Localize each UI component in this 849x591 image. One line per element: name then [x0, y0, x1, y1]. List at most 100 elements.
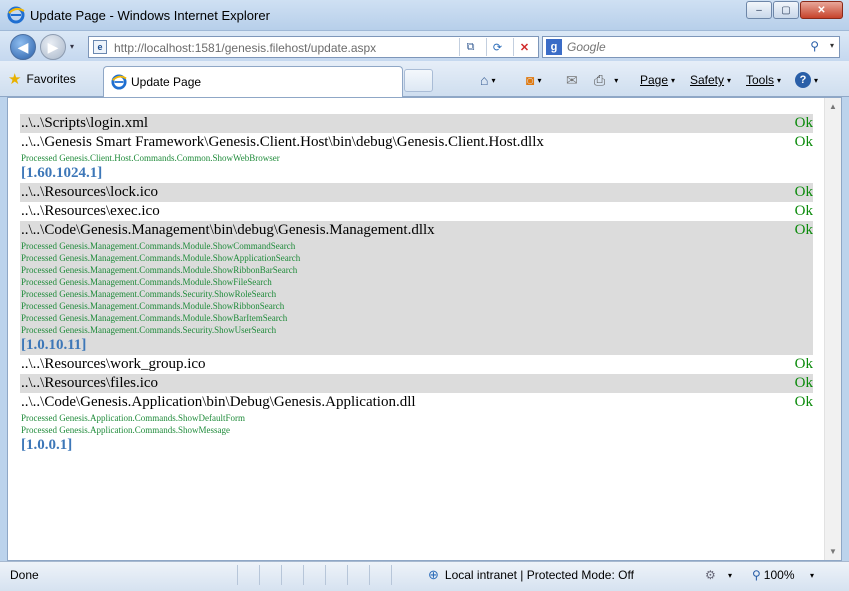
chevron-down-icon: ▾ [491, 75, 496, 85]
feeds-button[interactable]: ◙ ▾ [526, 71, 541, 89]
vertical-scrollbar[interactable]: ▲ ▼ [824, 98, 841, 560]
file-path: ..\..\Resources\work_group.ico [21, 356, 206, 372]
file-status: Ok [794, 115, 813, 131]
tools-menu-label: Tools [746, 73, 775, 87]
stop-button[interactable]: ✕ [513, 38, 535, 56]
safety-menu-label: Safety [690, 73, 725, 87]
status-panel [391, 565, 413, 585]
help-menu[interactable]: ? ▾ [795, 71, 818, 89]
processed-command: Processed Genesis.Management.Commands.Mo… [21, 253, 301, 263]
popup-blocker-icon[interactable]: ⚙ [705, 568, 716, 582]
search-icon[interactable]: ⚲ [810, 39, 819, 53]
forward-button[interactable]: ▶ [40, 34, 66, 60]
zoom-control[interactable]: ⚲ 100% [752, 568, 795, 582]
file-path: ..\..\Scripts\login.xml [21, 115, 149, 131]
security-zone-label: Local intranet | Protected Mode: Off [444, 568, 634, 582]
file-path: ..\..\Genesis Smart Framework\Genesis.Cl… [21, 134, 544, 150]
file-entry: ..\..\Code\Genesis.Management\bin\debug\… [20, 221, 813, 355]
file-status: Ok [794, 134, 813, 150]
processed-command: Processed Genesis.Management.Commands.Mo… [21, 301, 285, 311]
globe-icon: ⊕ [428, 567, 439, 582]
status-panel [237, 565, 259, 585]
search-input[interactable] [567, 39, 797, 55]
file-status: Ok [794, 222, 813, 238]
processed-command: Processed Genesis.Application.Commands.S… [21, 413, 245, 423]
search-box[interactable]: g ⚲ ▾ [542, 36, 840, 58]
assembly-version: [1.60.1024.1] [21, 165, 103, 181]
processed-command: Processed Genesis.Management.Commands.Mo… [21, 241, 296, 251]
refresh-button[interactable]: ⟳ [486, 38, 508, 56]
chevron-down-icon: ▾ [777, 75, 782, 85]
processed-command: Processed Genesis.Management.Commands.Mo… [21, 277, 272, 287]
status-panel [369, 565, 391, 585]
assembly-version: [1.0.0.1] [21, 437, 73, 453]
file-entry: ..\..\Scripts\login.xml Ok [20, 114, 813, 133]
favorites-label: Favorites [26, 72, 76, 86]
file-path: ..\..\Resources\exec.ico [21, 203, 160, 219]
file-entry: ..\..\Resources\work_group.ico Ok [20, 355, 813, 374]
minimize-button[interactable]: ‒ [746, 1, 772, 19]
mail-button[interactable]: ✉ [566, 71, 578, 89]
chevron-down-icon[interactable]: ▾ [810, 571, 814, 580]
file-status: Ok [794, 184, 813, 200]
address-bar[interactable]: e http://localhost:1581/genesis.filehost… [88, 36, 539, 58]
safety-menu[interactable]: Safety ▾ [690, 71, 731, 89]
print-button[interactable]: ⎙ ▾ [594, 71, 618, 89]
status-bar-panels [237, 565, 413, 585]
help-icon: ? [795, 72, 811, 88]
chevron-down-icon: ▾ [614, 75, 619, 85]
chevron-down-icon: ▾ [814, 75, 819, 85]
page-icon: e [93, 40, 107, 54]
status-panel [281, 565, 303, 585]
chevron-down-icon[interactable]: ▾ [728, 571, 732, 580]
tools-menu[interactable]: Tools ▾ [746, 71, 781, 89]
file-path: ..\..\Code\Genesis.Management\bin\debug\… [21, 222, 435, 238]
file-entry: ..\..\Resources\exec.ico Ok [20, 202, 813, 221]
processed-command: Processed Genesis.Management.Commands.Mo… [21, 313, 288, 323]
status-panel [325, 565, 347, 585]
compatibility-view-button[interactable]: ⧉ [459, 38, 481, 56]
file-path: ..\..\Code\Genesis.Application\bin\Debug… [21, 394, 416, 410]
assembly-version: [1.0.10.11] [21, 337, 87, 353]
file-entry: ..\..\Genesis Smart Framework\Genesis.Cl… [20, 133, 813, 183]
close-button[interactable]: ✕ [800, 1, 843, 19]
page-menu[interactable]: Page ▾ [640, 71, 675, 89]
mail-icon: ✉ [566, 71, 578, 88]
favorites-button[interactable]: ★ Favorites [8, 68, 76, 90]
file-entry: ..\..\Code\Genesis.Application\bin\Debug… [20, 393, 813, 455]
scroll-up-icon[interactable]: ▲ [829, 102, 837, 111]
back-button[interactable]: ◀ [10, 34, 36, 60]
chevron-down-icon: ▾ [727, 75, 732, 85]
file-status: Ok [794, 394, 813, 410]
file-path: ..\..\Resources\lock.ico [21, 184, 159, 200]
search-options-dropdown-icon[interactable]: ▾ [830, 41, 834, 50]
ie-logo-icon [7, 6, 25, 24]
new-tab-button[interactable] [404, 69, 433, 92]
maximize-button[interactable]: ▢ [773, 1, 799, 19]
window-title: Update Page - Windows Internet Explorer [30, 8, 270, 23]
file-entry: ..\..\Resources\lock.ico Ok [20, 183, 813, 202]
status-panel [259, 565, 281, 585]
processed-command: Processed Genesis.Application.Commands.S… [21, 425, 230, 435]
chevron-down-icon: ▾ [671, 75, 676, 85]
favorites-star-icon: ★ [8, 71, 22, 88]
update-file-list: ..\..\Scripts\login.xml Ok ..\..\Genesis S… [20, 114, 813, 455]
security-zone[interactable]: ⊕ Local intranet | Protected Mode: Off [428, 567, 634, 583]
address-url[interactable]: http://localhost:1581/genesis.filehost/u… [114, 41, 376, 55]
file-status: Ok [794, 375, 813, 391]
status-text: Done [10, 568, 39, 582]
zoom-icon: ⚲ [752, 568, 761, 582]
page-content: ..\..\Scripts\login.xml Ok ..\..\Genesis S… [7, 97, 842, 561]
chevron-down-icon: ▾ [537, 75, 542, 85]
scroll-down-icon[interactable]: ▼ [829, 547, 837, 556]
recent-pages-dropdown-icon[interactable]: ▾ [70, 42, 74, 51]
window-controls: ‒ ▢ ✕ [745, 1, 843, 19]
rss-icon: ◙ [526, 72, 535, 88]
print-icon: ⎙ [594, 71, 606, 88]
home-button[interactable]: ⌂ ▾ [480, 71, 495, 89]
tab-update-page[interactable]: Update Page [103, 66, 403, 97]
page-menu-label: Page [640, 73, 669, 87]
zoom-level: 100% [763, 568, 795, 582]
file-status: Ok [794, 203, 813, 219]
google-icon: g [546, 39, 562, 55]
